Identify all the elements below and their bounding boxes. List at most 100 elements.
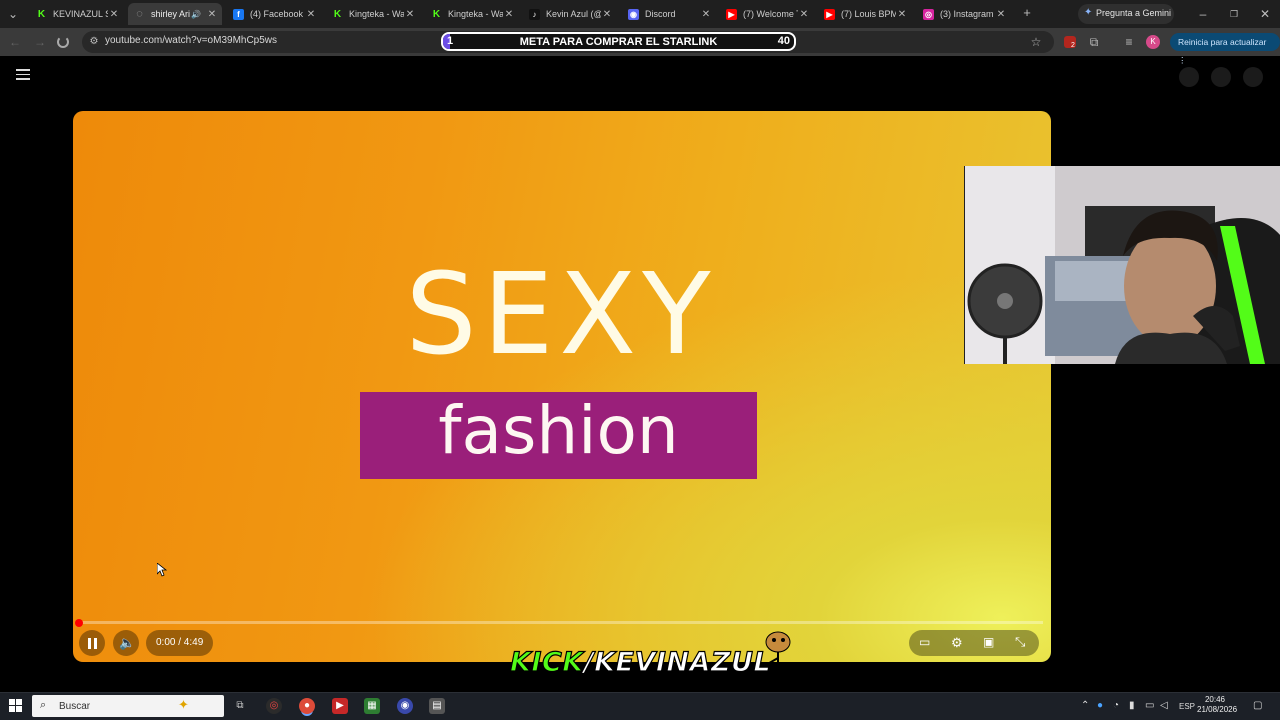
chrome-icon[interactable]: ● [299,698,315,714]
volume-button[interactable]: 🔈 [113,630,139,656]
streaming-app-icon[interactable]: ◎ [266,698,282,714]
tab-close-icon[interactable]: ✕ [503,9,515,20]
extension-icon[interactable]: 2 [1064,36,1076,49]
tray-network-icon[interactable]: ◔ [1113,700,1119,711]
windows-start-icon[interactable] [9,699,23,713]
video-title-line1: SEXY [405,250,717,380]
tab-close-icon[interactable]: ✕ [995,9,1007,20]
browser-tab[interactable]: ◌ shirley Aria🔊 ✕ [128,3,222,25]
tab-close-icon[interactable]: ✕ [601,9,613,20]
file-explorer-icon[interactable]: ▤ [429,698,445,714]
overlay-kick-text: KICK [509,646,584,678]
tray-mic-icon[interactable]: ▮ [1129,700,1135,711]
site-info-icon[interactable]: ⚙ [86,34,102,50]
video-title-box: fashion [360,392,757,479]
subtitles-icon[interactable]: ▭ [919,635,930,649]
gemini-sparkle-icon: ✦ [1084,7,1093,18]
webcam-overlay [964,166,1280,364]
overlay-channel-text: /KEVINAZUL [583,646,772,678]
media-controls-icon[interactable]: ≡ [1121,34,1137,50]
tab-close-icon[interactable]: ✕ [798,9,810,20]
tab-search-chevron-icon[interactable]: ⌄ [5,6,21,22]
url-text[interactable]: youtube.com/watch?v=oM39MhCp5ws [105,35,277,46]
gemini-label: Pregunta a Gemini [1096,8,1172,18]
calculator-app-icon[interactable]: ▦ [364,698,380,714]
close-window-icon[interactable]: ✕ [1257,6,1273,22]
stop-loading-icon[interactable] [57,36,69,48]
update-button[interactable]: Reinicia para actualizar ⋮ [1170,33,1280,65]
speaker-icon: 🔈 [119,635,136,650]
tab-title: (7) Louis BPM [841,9,896,19]
tab-title: (4) Facebook [250,9,304,19]
gemini-button[interactable]: ✦ Pregunta a Gemini [1078,4,1174,24]
recording-app-icon[interactable]: ▶ [332,698,348,714]
search-highlight-icon: ✦ [178,697,189,712]
goal-progress-overlay: 1 META PARA COMPRAR EL STARLINK 40 [441,32,796,51]
tab-title: (3) Instagram [940,9,994,19]
back-icon[interactable]: ← [7,34,23,50]
browser-tab[interactable]: K Kingteka - Wa ✕ [425,3,519,25]
browser-tab[interactable]: ♪ Kevin Azul (@ ✕ [523,3,617,25]
settings-gear-icon[interactable]: ⚙ [951,635,963,651]
notifications-icon[interactable]: ▢ [1253,700,1262,711]
taskbar-search-placeholder[interactable]: Buscar [59,701,90,712]
task-view-icon[interactable]: ⧉ [232,698,248,714]
tab-title: shirley Aria [151,9,190,19]
webcam-scene [965,166,1280,364]
tray-app-icon[interactable]: ● [1097,700,1103,711]
tab-close-icon[interactable]: ✕ [896,9,908,20]
hamburger-menu-icon[interactable] [16,69,30,83]
new-tab-button[interactable]: + [1019,5,1035,21]
more-vert-icon: ⋮ [1178,55,1187,65]
tab-close-icon[interactable]: ✕ [108,9,120,20]
instagram-logo-icon: ◎ [923,8,934,20]
taskbar-clock[interactable]: 20:46 21/08/2026 [1197,695,1237,715]
browser-tab[interactable]: ◉ Discord ✕ [622,3,716,25]
video-title-line2: fashion [438,392,679,469]
tab-title: Discord [645,9,676,19]
goal-title: META PARA COMPRAR EL STARLINK [519,36,718,48]
browser-tab[interactable]: ▶ (7) Welcome T ✕ [720,3,814,25]
extension-badge: 2 [1071,42,1075,49]
video-player[interactable]: SEXY fashion 🔈 0:00 / 4:49 ▭ ⚙ ▣ ⤡ [73,111,1051,662]
forward-icon[interactable]: → [32,34,48,50]
update-button-label: Reinicia para actualizar [1178,37,1267,47]
profile-avatar[interactable]: K [1146,35,1160,49]
browser-tab[interactable]: f (4) Facebook ✕ [227,3,321,25]
time-display: 0:00 / 4:49 [146,630,214,656]
right-controls: ▭ ⚙ ▣ ⤡ [909,630,1039,656]
discord-app-icon[interactable]: ◉ [397,698,413,714]
stream-channel-overlay: KICK/KEVINAZUL [509,646,772,678]
tab-title: Kingteka - Wa [349,9,404,19]
extensions-puzzle-icon[interactable]: ⧉ [1086,34,1102,50]
tray-chevron-icon[interactable]: ⌃ [1081,700,1089,711]
tab-close-icon[interactable]: ✕ [206,9,218,20]
tray-volume-icon[interactable]: ◁ [1160,700,1168,711]
tab-close-icon[interactable]: ✕ [404,9,416,20]
browser-tab[interactable]: K KEVINAZUL St ✕ [30,3,124,25]
browser-tab[interactable]: ▶ (7) Louis BPM ✕ [818,3,912,25]
goal-end-value: 40 [777,35,790,47]
pause-button[interactable] [79,630,105,656]
kick-logo-icon: K [333,8,342,20]
fullscreen-icon[interactable]: ⤡ [1015,634,1025,650]
restore-window-icon[interactable]: ❐ [1226,6,1242,22]
tab-close-icon[interactable]: ✕ [700,9,712,20]
kick-logo-icon: K [432,8,441,20]
progress-scrubber[interactable] [75,619,83,627]
discord-logo-icon: ◉ [628,8,639,20]
tray-language[interactable]: ESP [1179,702,1195,711]
theater-mode-icon[interactable]: ▣ [983,635,994,649]
browser-tab[interactable]: K Kingteka - Wa ✕ [326,3,420,25]
minimize-window-icon[interactable]: – [1195,6,1211,22]
tab-title: Kingteka - Wa [448,9,503,19]
youtube-logo-icon: ▶ [824,8,835,20]
bookmark-star-icon[interactable]: ☆ [1028,34,1044,50]
tab-audio-icon[interactable]: 🔊 [190,10,202,19]
tiktok-logo-icon: ♪ [529,8,540,20]
progress-bar[interactable] [79,621,1043,624]
tray-monitor-icon[interactable]: ▭ [1145,700,1154,711]
tab-close-icon[interactable]: ✕ [305,9,317,20]
browser-tab[interactable]: ◎ (3) Instagram ✕ [917,3,1011,25]
tab-title: KEVINAZUL St [53,9,108,19]
